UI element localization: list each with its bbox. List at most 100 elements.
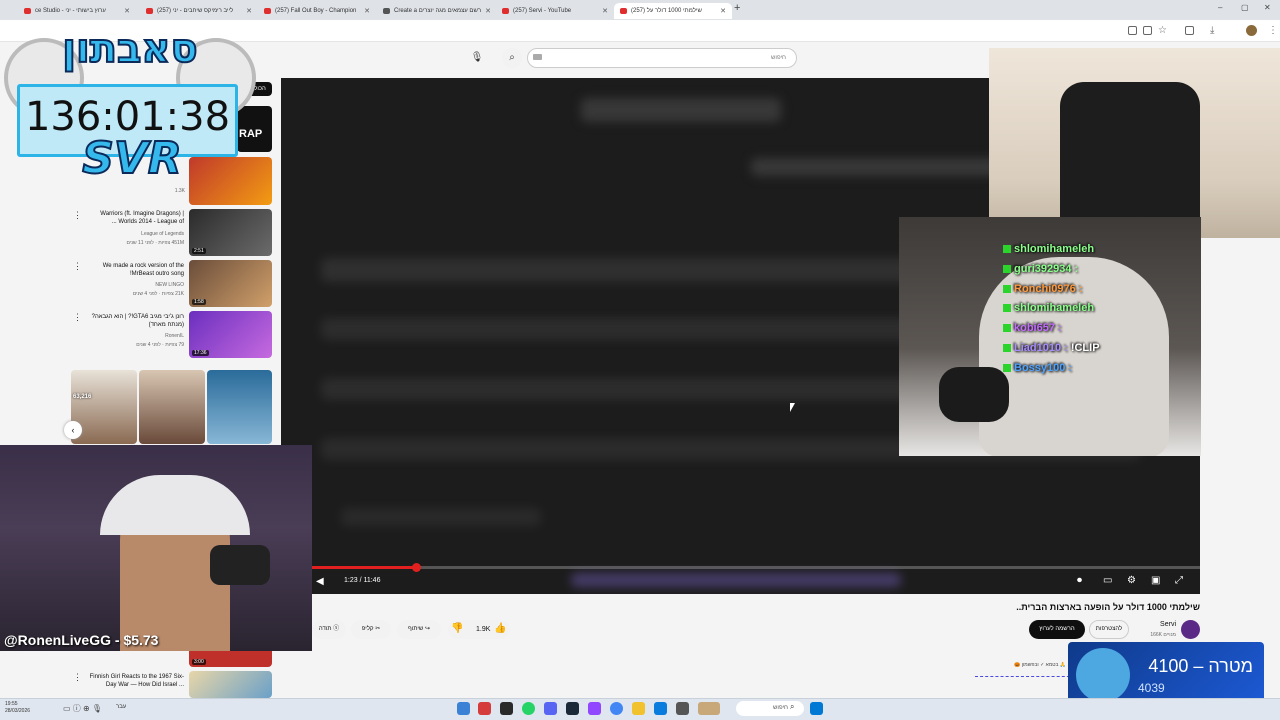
profile-avatar[interactable] [1246,25,1257,36]
app-icon[interactable] [500,702,513,715]
close-tab-icon[interactable]: ✕ [602,7,608,15]
video-thumbnail[interactable] [189,157,272,205]
app-icon[interactable] [478,702,491,715]
windows-start-icon[interactable] [810,702,823,715]
channel-avatar[interactable] [1181,620,1200,639]
chat-message: Liad1010 : !CLIP [1003,342,1100,354]
browser-tab[interactable]: (257) Fall Out Boy - Champion ✕ [258,3,376,19]
video-meta: 79 צפיות · לפני 4 שנים [136,342,184,348]
chat-message: Ronchi0976 : [1003,283,1082,295]
channel-name[interactable]: League of Legends [84,231,184,238]
progress-handle[interactable] [412,563,421,572]
dislike-icon[interactable]: 👎 [451,623,463,634]
more-options-icon[interactable]: ⋮ [73,261,82,272]
duration-badge: 2:51 [192,248,206,254]
bookmark-star-icon[interactable]: ☆ [1158,25,1167,36]
browser-tab-active[interactable]: (257) שילמתי 1000 דולר על ✕ [614,3,732,19]
more-options-icon[interactable]: ⋮ [73,210,82,221]
channel-name[interactable]: NEW LINGO [84,282,184,289]
chat-badge-icon [1003,344,1011,352]
video-thumbnail[interactable]: 2:51 [189,209,272,256]
video-title[interactable]: Finnish Girl Reacts to the 1967 Six-Day … [84,673,184,689]
theater-mode-icon[interactable]: ▣ [1151,575,1160,586]
close-tab-icon[interactable]: ✕ [720,7,726,15]
tray-icons[interactable]: ▭ ⓘ ⊕ 🎙 [63,703,102,714]
video-thumbnail[interactable]: RAP [237,106,272,152]
divider [975,676,1075,677]
app-icon[interactable] [457,702,470,715]
settings-gear-icon[interactable]: ⚙ [1127,575,1136,586]
close-tab-icon[interactable]: ✕ [246,7,252,15]
thanks-button[interactable]: תודה ⓢ [312,620,346,639]
close-window-icon[interactable]: ✕ [1264,3,1271,12]
widget-icon[interactable] [698,702,720,715]
search-input[interactable]: חיפוש [527,48,797,68]
more-options-icon[interactable]: ⋮ [73,312,82,323]
chat-badge-icon [1003,324,1011,332]
progress-bar[interactable] [312,566,1200,569]
volume-icon[interactable]: ◀ [316,576,324,587]
search-icon: ⌕ [790,702,795,711]
microphone-icon[interactable]: 🎙 [468,48,486,68]
more-options-icon[interactable]: ⋮ [73,672,82,683]
whatsapp-icon[interactable] [522,702,535,715]
extensions-icon[interactable] [1185,26,1194,35]
chat-badge-icon [1003,245,1011,253]
search-icon[interactable]: ⌕ [502,48,522,68]
fullscreen-icon[interactable]: ⤢ [1175,575,1183,586]
like-count: 1.9K [476,626,491,633]
video-title[interactable]: Warriors (ft. Imagine Dragons) | Worlds … [84,210,184,226]
extension-icon[interactable] [1143,26,1152,35]
file-explorer-icon[interactable] [632,702,645,715]
subscribe-button[interactable]: הרשמה לערוץ [1029,620,1085,639]
channel-name[interactable]: RonenIL [84,333,184,340]
video-thumbnail[interactable] [189,671,272,698]
short-thumbnail[interactable] [207,370,272,444]
steam-icon[interactable] [566,702,579,715]
video-title[interactable]: רונן ג'יבי מגיב GTA6!? | הוא הגבאה? (מנת… [84,313,184,329]
browser-tab[interactable]: ce Studio - ערוץ בישותי - יני ✕ [18,3,136,19]
browser-tab[interactable]: לייב רימיקס שיחבים - יני (257) ✕ [140,3,258,19]
keyboard-icon[interactable] [533,54,542,60]
carousel-prev-icon[interactable]: ‹ [64,421,82,439]
video-title[interactable]: We made a rock version of the MrBeast ou… [84,262,184,278]
comment-snippet: בלייק, 🙏 בטמא ✓ ובפשמון 🎃 [1014,662,1080,668]
obs-icon[interactable] [588,702,601,715]
chat-message: Bossy100 : [1003,362,1072,374]
video-thumbnail[interactable]: 1:58 [189,260,272,307]
autoplay-toggle[interactable]: ⏺ [1077,575,1082,586]
like-icon[interactable]: 👍 [494,623,506,634]
extension-icon[interactable] [1128,26,1137,35]
chat-message: shlomihameleh [1003,243,1094,255]
clip-button[interactable]: קליפ ✂ [351,620,391,639]
mouse-cursor [790,403,795,412]
new-tab-icon[interactable]: + [734,2,740,14]
download-icon[interactable]: ⤓ [1210,25,1214,36]
gaming-chair [1060,82,1200,232]
photos-icon[interactable] [654,702,667,715]
video-thumbnail[interactable]: 3:00 [189,651,272,667]
close-tab-icon[interactable]: ✕ [364,7,370,15]
app-icon[interactable] [676,702,689,715]
chrome-icon[interactable] [610,702,623,715]
chat-badge-icon [1003,285,1011,293]
language-indicator[interactable]: עבר [116,704,126,710]
browser-tab[interactable]: Create a רשם עצמאים מגה יוצרים ✕ [377,3,495,19]
subtitles-icon[interactable]: ▭ [1103,575,1112,586]
chat-message: kobi657 : [1003,322,1062,334]
share-button[interactable]: שיתוף ↪ [397,620,441,639]
short-thumbnail[interactable] [139,370,205,444]
chat-badge-icon [1003,265,1011,273]
browser-tab[interactable]: (257) Servi - YouTube ✕ [496,3,614,19]
youtube-favicon-icon [24,8,31,14]
join-button[interactable]: להצטרפות [1089,620,1129,639]
close-tab-icon[interactable]: ✕ [485,7,491,15]
minimize-icon[interactable]: – [1218,3,1222,12]
maximize-icon[interactable]: ▢ [1241,3,1249,12]
discord-icon[interactable] [544,702,557,715]
video-thumbnail[interactable]: 17:36 [189,311,272,358]
duration-badge: 1:58 [192,299,206,305]
chat-badge-icon [1003,304,1011,312]
menu-icon[interactable]: ⋮ [1268,25,1278,36]
close-tab-icon[interactable]: ✕ [124,7,130,15]
